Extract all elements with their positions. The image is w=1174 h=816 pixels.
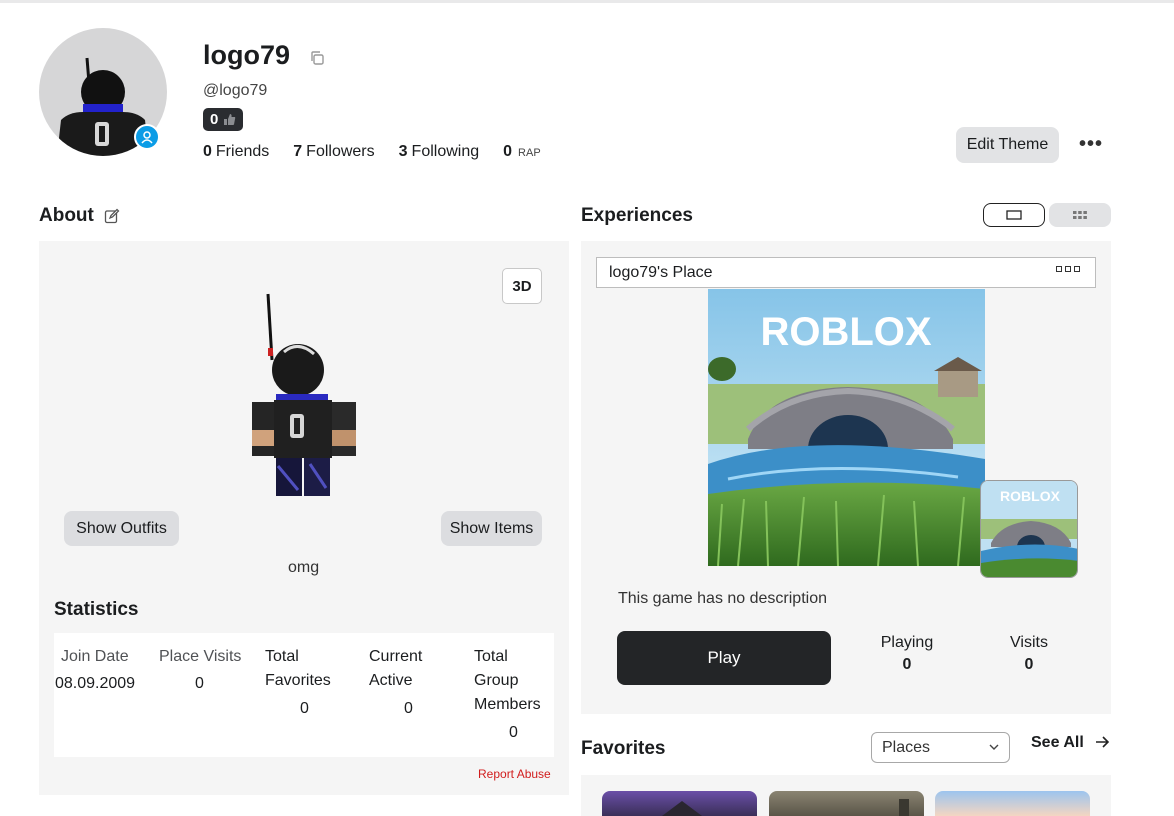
favorite-thumbnail[interactable] — [935, 791, 1090, 816]
total-favorites-stat: Total Favorites 0 — [265, 648, 331, 717]
svg-text:ROBLOX: ROBLOX — [760, 310, 931, 354]
about-title: About — [39, 205, 94, 226]
pencil-icon[interactable] — [104, 208, 120, 224]
place-visits-value: 0 — [195, 675, 204, 692]
current-active-stat: Current Active 0 — [369, 648, 423, 717]
grid-view-icon — [1073, 211, 1087, 219]
badge-count: 0 — [210, 111, 219, 128]
roblox-logo-text: ROBLOX — [760, 310, 931, 354]
copy-icon[interactable] — [309, 50, 325, 66]
place-title-bar[interactable]: logo79's Place — [596, 257, 1096, 288]
view-toggle — [983, 203, 1111, 227]
game-thumbnail[interactable]: ROBLOX — [708, 289, 985, 566]
thumbs-up-icon — [224, 114, 236, 125]
arrow-right-icon[interactable] — [1094, 734, 1110, 750]
place-name: logo79's Place — [609, 263, 713, 281]
join-date-stat: Join Date — [61, 648, 129, 665]
profile-username: logo79 — [203, 40, 291, 70]
reputation-badge: 0 — [203, 108, 244, 131]
show-outfits-button[interactable]: Show Outfits — [64, 511, 179, 546]
more-options-icon[interactable]: ••• — [1079, 133, 1103, 156]
user-status-icon — [134, 124, 160, 150]
playing-stat: Playing 0 — [880, 634, 934, 673]
favorite-thumbnail[interactable] — [602, 791, 757, 816]
group-members-stat: Total Group Members 0 — [474, 648, 541, 741]
profile-handle: @logo79 — [203, 82, 268, 99]
statistics-title: Statistics — [54, 599, 139, 620]
report-abuse-link[interactable]: Report Abuse — [478, 767, 551, 781]
single-view-toggle[interactable] — [983, 203, 1045, 227]
friends-stat[interactable]: 0 Friends — [203, 143, 269, 161]
play-button[interactable]: Play — [617, 631, 831, 685]
rap-stat: 0 RAP — [503, 143, 541, 160]
visits-stat: Visits 0 — [1010, 634, 1048, 673]
edit-theme-button[interactable]: Edit Theme — [956, 127, 1059, 163]
chevron-down-icon — [989, 744, 999, 750]
favorites-title: Favorites — [581, 738, 666, 759]
followers-stat[interactable]: 7 Followers — [293, 143, 374, 161]
favorite-thumbnail[interactable] — [769, 791, 924, 816]
game-description: This game has no description — [618, 590, 827, 607]
top-divider — [0, 0, 1174, 3]
favorites-filter-value: Places — [882, 738, 931, 756]
game-thumbnail-small[interactable]: ROBLOX — [980, 480, 1078, 578]
see-all-link[interactable]: See All — [1031, 734, 1084, 752]
show-items-button[interactable]: Show Items — [441, 511, 542, 546]
following-stat[interactable]: 3 Following — [399, 143, 480, 161]
profile-stats: 0 Friends 7 Followers 3 Following 0 RAP — [203, 143, 565, 161]
svg-text:ROBLOX: ROBLOX — [1000, 488, 1061, 504]
grid-view-toggle[interactable] — [1049, 203, 1111, 227]
place-carousel-icon[interactable] — [1056, 266, 1080, 272]
experiences-title: Experiences — [581, 205, 693, 226]
favorites-filter-dropdown[interactable]: Places — [871, 732, 1010, 763]
about-description: omg — [288, 559, 320, 576]
single-view-icon — [1006, 210, 1022, 220]
toggle-3d-button[interactable]: 3D — [502, 268, 542, 304]
avatar-3d-figure[interactable] — [240, 290, 370, 500]
join-date-value: 08.09.2009 — [55, 675, 136, 692]
place-visits-stat: Place Visits — [159, 648, 242, 665]
